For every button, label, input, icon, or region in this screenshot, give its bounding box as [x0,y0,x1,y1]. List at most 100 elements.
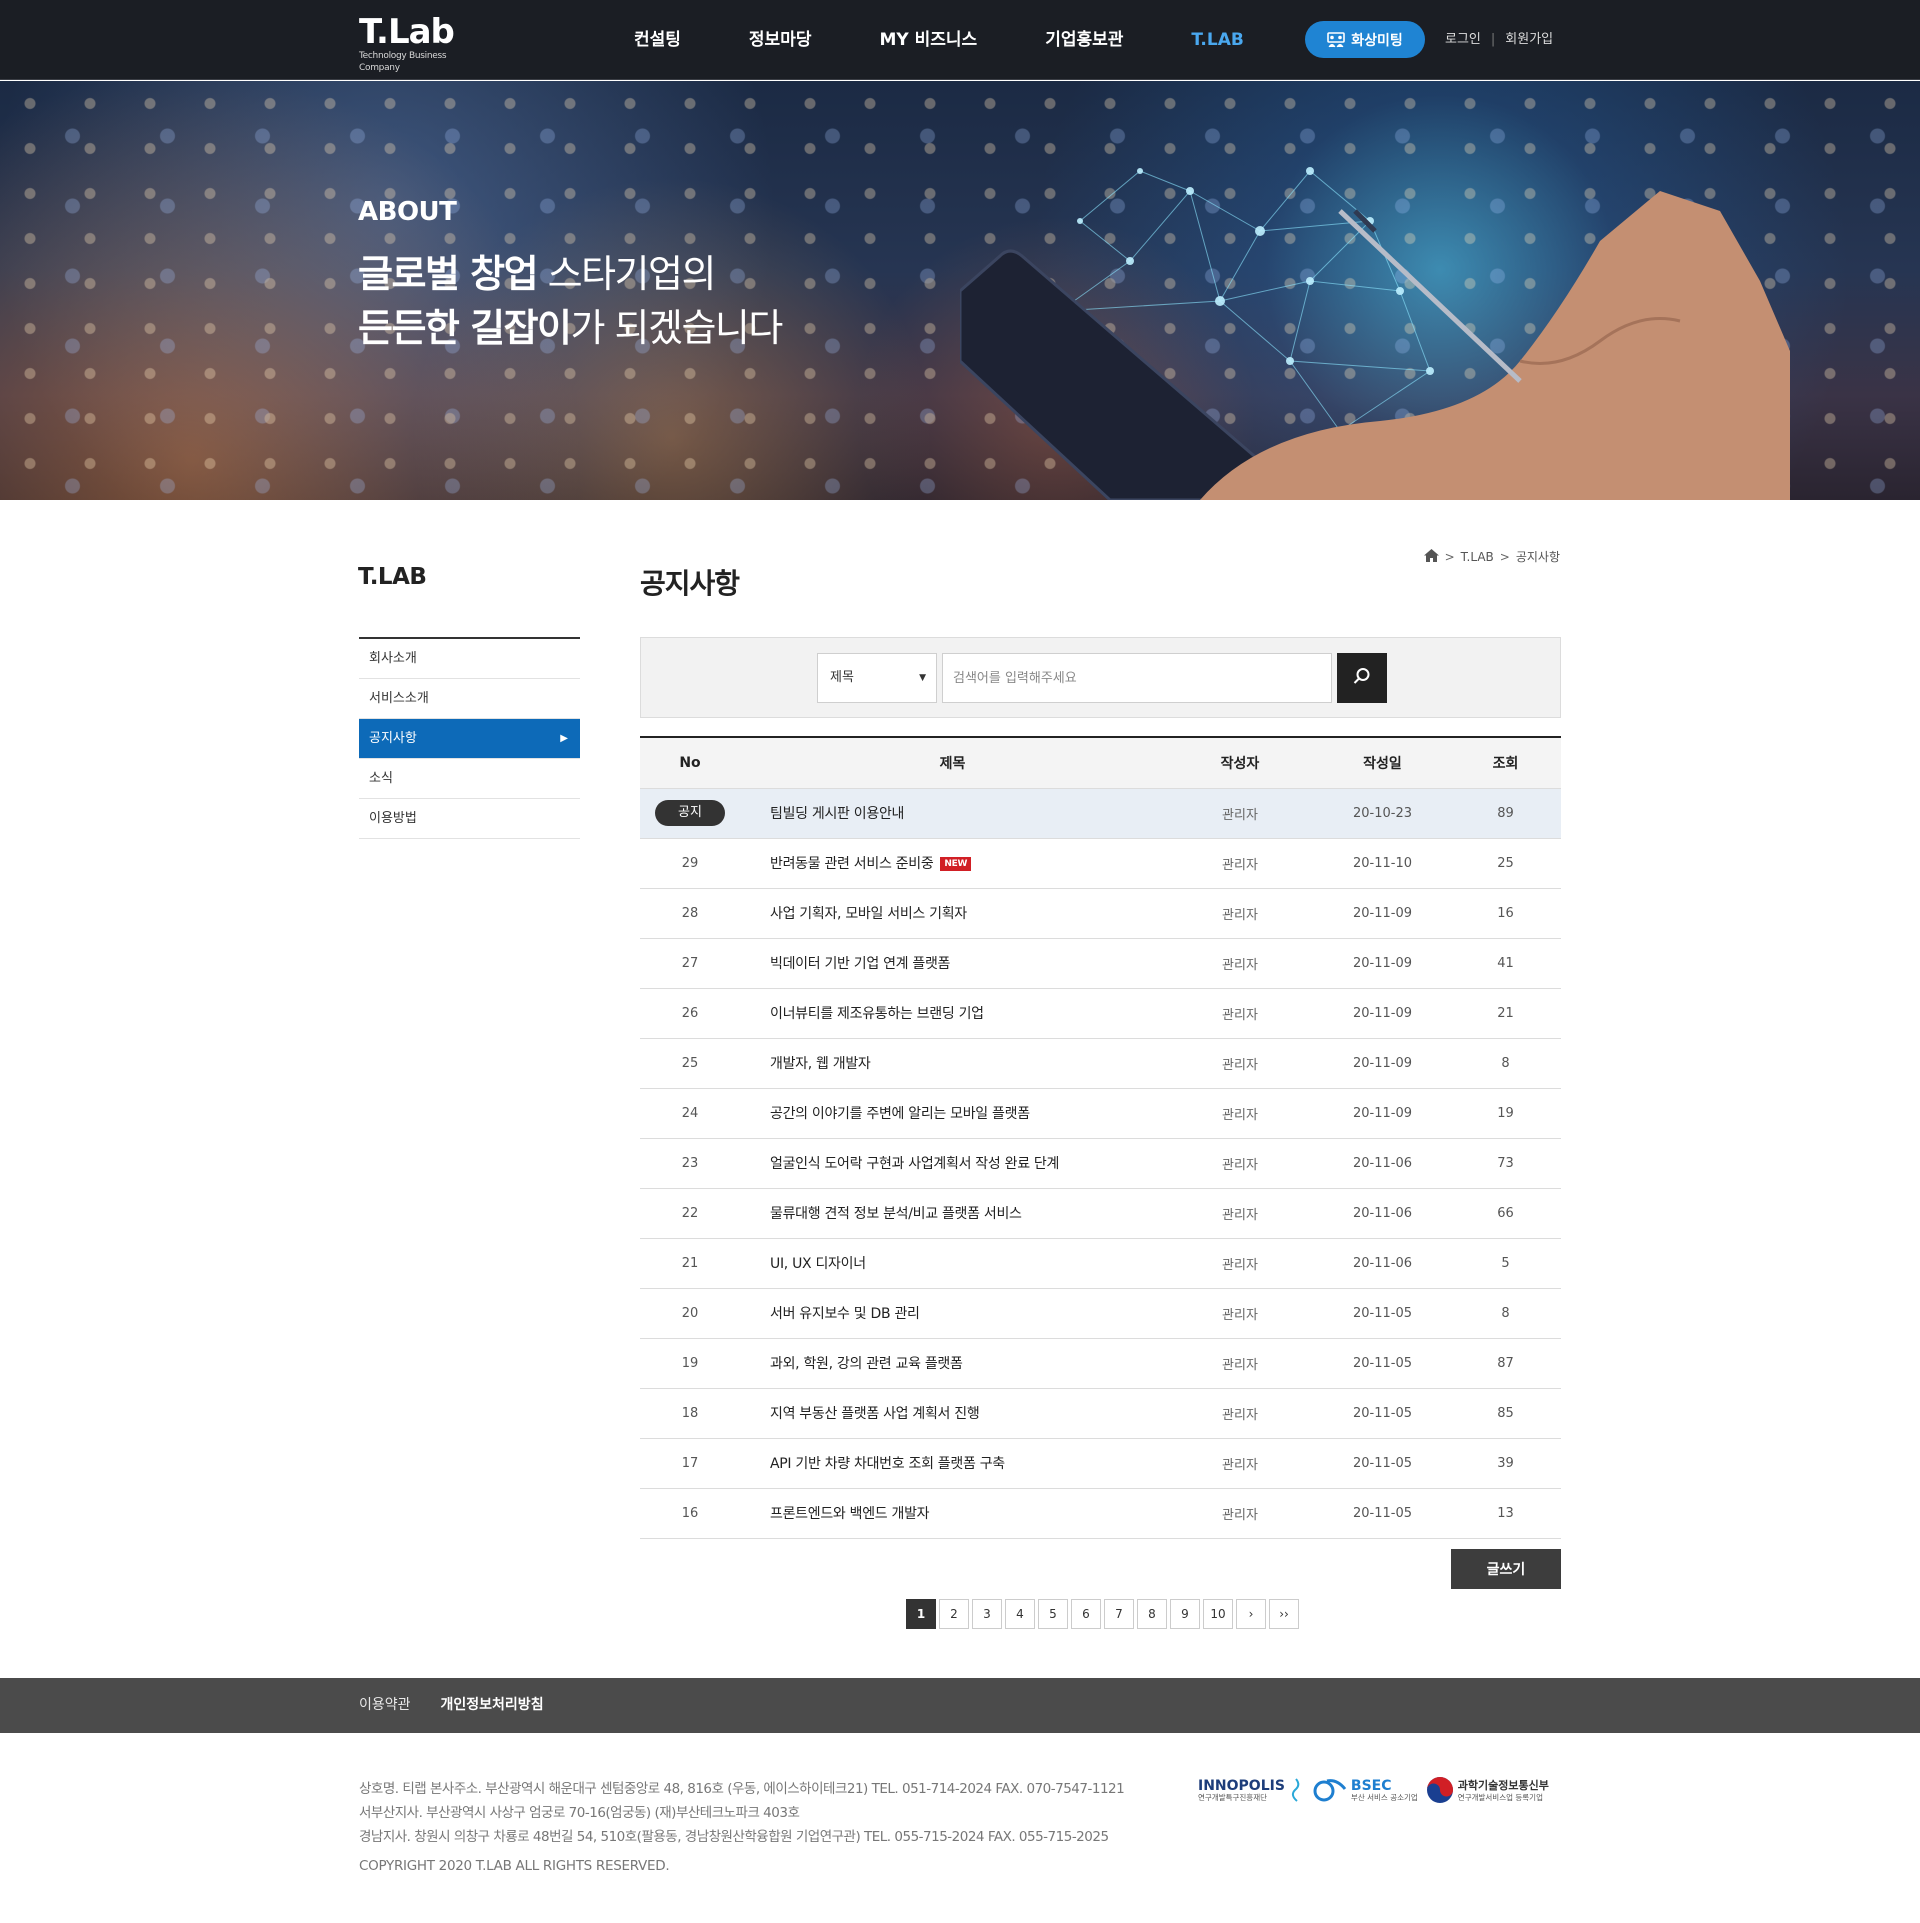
row-title[interactable]: 지역 부동산 플랫폼 사업 계획서 진행 [740,1388,1165,1438]
row-title[interactable]: 개발자, 웹 개발자 [740,1038,1165,1088]
row-no: 20 [681,1305,699,1321]
breadcrumb-separator: > [1499,549,1510,564]
innopolis-logo-name: INNOPOLIS [1198,1777,1285,1794]
row-title[interactable]: 프론트엔드와 백엔드 개발자 [740,1488,1165,1538]
search-input[interactable] [942,653,1332,703]
row-no: 19 [681,1355,699,1371]
breadcrumb-item[interactable]: 공지사항 [1516,548,1560,565]
sidebar-item-news[interactable]: 소식 [359,759,580,799]
row-views: 5 [1501,1255,1510,1271]
msit-logo-sub: 연구개발서비스업 등록기업 [1457,1792,1543,1802]
terms-link[interactable]: 이용약관 [359,1678,411,1733]
table-row[interactable]: 22 물류대행 견적 정보 분석/비교 플랫폼 서비스 관리자 20-11-06… [640,1188,1561,1238]
breadcrumb: > T.LAB > 공지사항 [1423,548,1560,565]
search-field-select[interactable]: 제목 ▼ [817,653,937,703]
table-row[interactable]: 19 과외, 학원, 강의 관련 교육 플랫폼 관리자 20-11-05 87 [640,1338,1561,1388]
row-no: 25 [681,1055,699,1071]
home-icon[interactable] [1423,548,1439,565]
row-date: 20-11-09 [1352,1005,1412,1021]
row-date: 20-10-23 [1352,805,1412,821]
signup-link[interactable]: 회원가입 [1505,32,1553,47]
search-button[interactable] [1337,653,1387,703]
row-title[interactable]: 과외, 학원, 강의 관련 교육 플랫폼 [740,1338,1165,1388]
nav-consulting[interactable]: 컨설팅 [600,0,715,80]
page-button-current[interactable]: 1 [906,1599,936,1629]
row-title[interactable]: 얼굴인식 도어락 구현과 사업계획서 작성 완료 단계 [740,1138,1165,1188]
table-row[interactable]: 29 반려동물 관련 서비스 준비중 NEW 관리자 20-11-10 25 [640,838,1561,888]
page-button[interactable]: 5 [1038,1599,1068,1629]
notice-table: No 제목 작성자 작성일 조회 공지 팀빌딩 게시판 이용안내 관리자 20-… [640,736,1561,1539]
page-button[interactable]: 3 [972,1599,1002,1629]
sidebar-item-notices[interactable]: 공지사항 ▶ [359,719,580,759]
row-no: 24 [681,1105,699,1121]
table-row[interactable]: 16 프론트엔드와 백엔드 개발자 관리자 20-11-05 13 [640,1488,1561,1538]
page-button[interactable]: 6 [1071,1599,1101,1629]
sidebar-item-company[interactable]: 회사소개 [359,639,580,679]
nav-company-pr[interactable]: 기업홍보관 [1011,0,1157,80]
last-page-button[interactable]: ›› [1269,1599,1299,1629]
row-views: 89 [1497,805,1514,821]
table-row[interactable]: 23 얼굴인식 도어락 구현과 사업계획서 작성 완료 단계 관리자 20-11… [640,1138,1561,1188]
page-button[interactable]: 9 [1170,1599,1200,1629]
nav-my-business[interactable]: MY 비즈니스 [845,0,1011,80]
row-author: 관리자 [1222,1307,1258,1323]
row-no: 23 [681,1155,699,1171]
page-button[interactable]: 2 [939,1599,969,1629]
bsec-logo-name: BSEC [1350,1777,1392,1794]
row-title[interactable]: 이너뷰티를 제조유통하는 브랜딩 기업 [740,988,1165,1038]
nav-info[interactable]: 정보마당 [715,0,846,80]
table-row[interactable]: 24 공간의 이야기를 주변에 알리는 모바일 플랫폼 관리자 20-11-09… [640,1088,1561,1138]
table-row[interactable]: 25 개발자, 웹 개발자 관리자 20-11-09 8 [640,1038,1561,1088]
table-row[interactable]: 28 사업 기획자, 모바일 서비스 기획자 관리자 20-11-09 16 [640,888,1561,938]
page-button[interactable]: 7 [1104,1599,1134,1629]
row-title[interactable]: 빅데이터 기반 기업 연계 플랫폼 [740,938,1165,988]
notice-badge: 공지 [655,800,725,826]
page-button[interactable]: 10 [1203,1599,1233,1629]
next-page-button[interactable]: › [1236,1599,1266,1629]
page-button[interactable]: 4 [1005,1599,1035,1629]
login-link[interactable]: 로그인 [1445,32,1481,47]
row-no: 16 [681,1505,699,1521]
row-author: 관리자 [1222,907,1258,923]
footer-info-line: 서부산지사. 부산광역시 사상구 엄궁로 70-16(엄궁동) (재)부산테크노… [359,1805,800,1821]
sidebar-item-services[interactable]: 서비스소개 [359,679,580,719]
row-title[interactable]: 사업 기획자, 모바일 서비스 기획자 [740,888,1165,938]
row-title[interactable]: 반려동물 관련 서비스 준비중 [770,856,934,872]
table-row[interactable]: 26 이너뷰티를 제조유통하는 브랜딩 기업 관리자 20-11-09 21 [640,988,1561,1038]
row-author: 관리자 [1222,1457,1258,1473]
row-author: 관리자 [1222,1257,1258,1273]
row-title[interactable]: 물류대행 견적 정보 분석/비교 플랫폼 서비스 [740,1188,1165,1238]
row-title[interactable]: 서버 유지보수 및 DB 관리 [740,1288,1165,1338]
table-row[interactable]: 18 지역 부동산 플랫폼 사업 계획서 진행 관리자 20-11-05 85 [640,1388,1561,1438]
search-panel: 제목 ▼ [640,637,1561,718]
innopolis-logo-sub: 연구개발특구진흥재단 [1198,1792,1267,1802]
row-author: 관리자 [1222,1007,1258,1023]
row-date: 20-11-05 [1352,1405,1412,1421]
write-post-button[interactable]: 글쓰기 [1451,1549,1561,1589]
table-row[interactable]: 17 API 기반 차량 차대번호 조회 플랫폼 구축 관리자 20-11-05… [640,1438,1561,1488]
table-row[interactable]: 27 빅데이터 기반 기업 연계 플랫폼 관리자 20-11-09 41 [640,938,1561,988]
page-button[interactable]: 8 [1137,1599,1167,1629]
row-date: 20-11-09 [1352,905,1412,921]
breadcrumb-separator: > [1444,549,1455,564]
notice-row[interactable]: 공지 팀빌딩 게시판 이용안내 관리자 20-10-23 89 [640,788,1561,838]
row-title[interactable]: 팀빌딩 게시판 이용안내 [740,788,1165,838]
msit-logo: 과학기술정보통신부 연구개발서비스업 등록기업 [1426,1776,1549,1804]
breadcrumb-item[interactable]: T.LAB [1461,550,1494,564]
row-views: 85 [1497,1405,1514,1421]
top-header: T.Lab Technology Business Company 컨설팅 정보… [0,0,1920,80]
row-title[interactable]: 공간의 이야기를 주변에 알리는 모바일 플랫폼 [740,1088,1165,1138]
row-no: 28 [681,905,699,921]
tlab-logo[interactable]: T.Lab Technology Business Company [359,14,479,73]
nav-tlab[interactable]: T.LAB [1157,0,1277,80]
sidebar-item-guide[interactable]: 이용방법 [359,799,580,839]
table-row[interactable]: 21 UI, UX 디자이너 관리자 20-11-06 5 [640,1238,1561,1288]
row-title[interactable]: API 기반 차량 차대번호 조회 플랫폼 구축 [740,1438,1165,1488]
video-meeting-button[interactable]: 화상미팅 [1305,21,1425,58]
new-badge: NEW [940,857,972,871]
row-title-cell[interactable]: 반려동물 관련 서비스 준비중 NEW [740,838,1165,888]
table-row[interactable]: 20 서버 유지보수 및 DB 관리 관리자 20-11-05 8 [640,1288,1561,1338]
row-date: 20-11-05 [1352,1455,1412,1471]
row-title[interactable]: UI, UX 디자이너 [740,1238,1165,1288]
privacy-policy-link[interactable]: 개인정보처리방침 [441,1678,544,1733]
